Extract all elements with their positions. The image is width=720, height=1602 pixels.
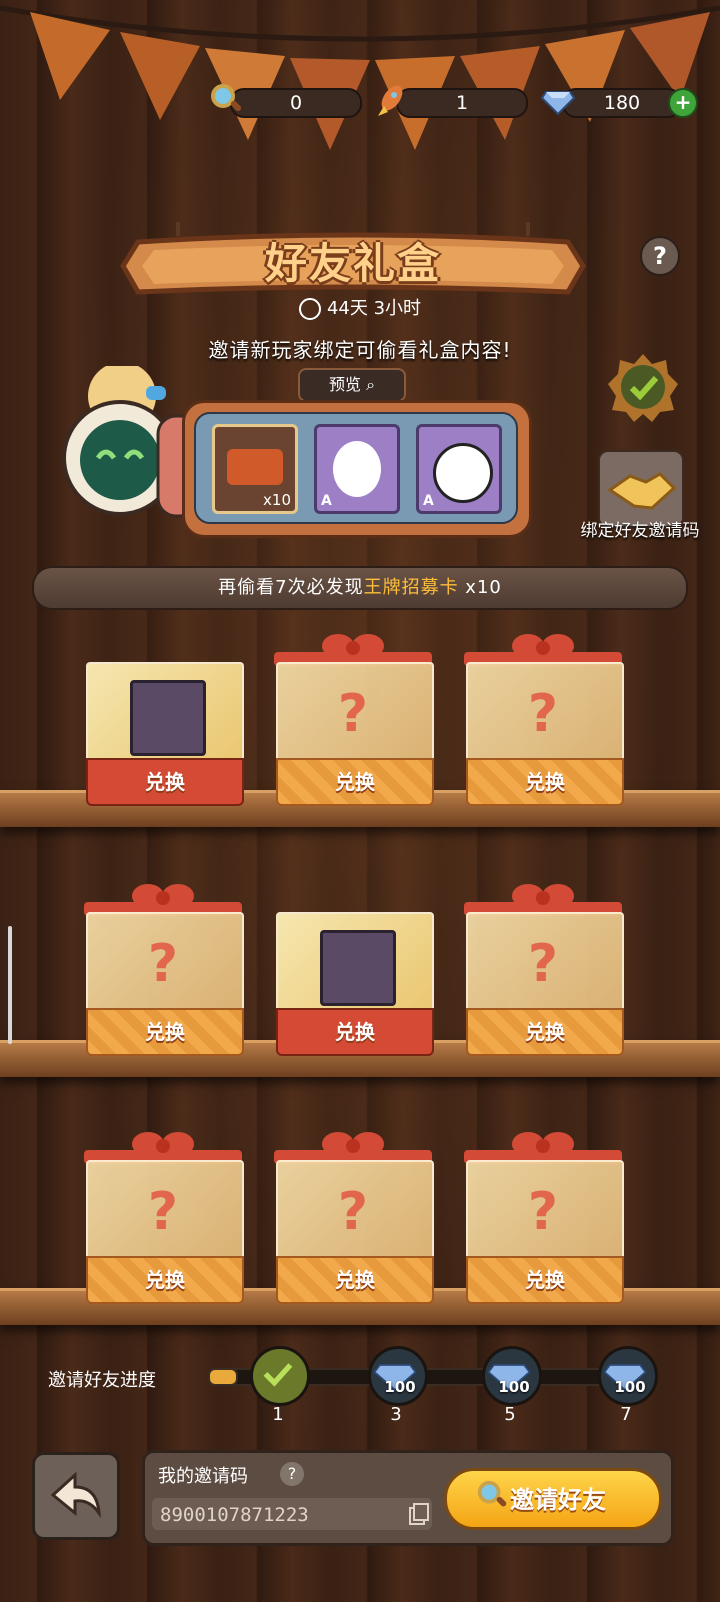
ribbon-bow-icon xyxy=(132,884,194,908)
check-icon xyxy=(263,1363,293,1387)
check-badge-icon xyxy=(608,352,678,422)
currency-magnifier: 0 xyxy=(208,84,362,118)
magnifier-icon xyxy=(211,84,242,112)
ring-item xyxy=(320,930,396,1006)
bunting-garland xyxy=(0,5,720,150)
clock-icon xyxy=(298,298,321,320)
ribbon-bow-icon xyxy=(512,634,574,658)
gift-box[interactable]: 兑换 xyxy=(80,640,246,810)
gift-box[interactable]: ? 兑换 xyxy=(80,1132,246,1308)
currency-diamond: 180 + xyxy=(540,86,698,118)
ribbon-bow-icon xyxy=(322,634,384,658)
mystery-question-mark: ? xyxy=(337,684,369,744)
gift-box[interactable]: ? 兑换 xyxy=(80,884,246,1060)
gift-box[interactable]: ? 兑换 xyxy=(460,1132,626,1308)
magnifier-icon xyxy=(477,1480,507,1507)
ticket-count: x10 xyxy=(263,491,291,509)
rocket-icon xyxy=(378,85,403,116)
diamond-icon xyxy=(540,91,576,116)
mystery-question-mark: ? xyxy=(527,934,559,994)
bind-friend-button[interactable] xyxy=(598,450,684,528)
gift-box[interactable]: ? 兑换 xyxy=(270,1132,436,1308)
copy-icon[interactable] xyxy=(408,1502,430,1526)
back-button[interactable] xyxy=(32,1452,120,1540)
help-button[interactable]: ? xyxy=(640,236,680,276)
rank-badge: A xyxy=(423,493,434,509)
redeem-button[interactable]: 兑换 xyxy=(276,1256,434,1304)
handshake-icon xyxy=(607,472,677,510)
mystery-question-mark: ? xyxy=(527,684,559,744)
diamond-count: 180 xyxy=(562,88,682,118)
preview-items: x10 A A xyxy=(194,412,518,524)
invite-code-value[interactable]: 8900107871223 xyxy=(160,1500,309,1530)
banner-suffix: x10 xyxy=(458,577,502,598)
event-timer: 44天 3小时 xyxy=(260,296,460,322)
scroll-indicator xyxy=(8,926,12,1044)
milestone-reward-amount: 100 xyxy=(614,1378,646,1396)
gift-box[interactable]: ? 兑换 xyxy=(270,634,436,810)
milestone-diamond-reward[interactable] xyxy=(598,1346,658,1406)
bind-friend-label: 绑定好友邀请码 xyxy=(580,521,700,541)
currency-rocket: 1 xyxy=(374,85,528,118)
invite-code-help-button[interactable]: ? xyxy=(280,1462,304,1486)
milestone-claimed[interactable] xyxy=(250,1346,310,1406)
milestone-reward-amount: 100 xyxy=(384,1378,416,1396)
redeem-button[interactable]: 兑换 xyxy=(86,758,244,806)
search-icon: ⌕ xyxy=(366,375,376,394)
gift-box[interactable]: ? 兑换 xyxy=(460,634,626,810)
mystery-question-mark: ? xyxy=(527,1182,559,1242)
timer-text: 44天 3小时 xyxy=(326,298,422,319)
milestone-step: 7 xyxy=(620,1404,632,1425)
add-diamond-button[interactable]: + xyxy=(668,88,698,118)
redeem-button[interactable]: 兑换 xyxy=(466,758,624,806)
redeem-button[interactable]: 兑换 xyxy=(276,1008,434,1056)
ribbon-bow-icon xyxy=(132,1132,194,1156)
ticket-card-item[interactable]: x10 xyxy=(212,424,298,514)
milestone-step: 1 xyxy=(272,1404,284,1425)
rocket-count: 1 xyxy=(396,88,528,118)
milestone-step: 5 xyxy=(504,1404,516,1425)
invite-code-title: 我的邀请码 xyxy=(158,1466,248,1487)
banner-highlight: 王牌招募卡 xyxy=(363,577,459,598)
guarantee-banner: 再偷看7次必发现王牌招募卡 x10 xyxy=(32,566,688,610)
rank-badge: A xyxy=(321,493,332,509)
duck-portrait xyxy=(333,441,381,497)
ticket-icon xyxy=(227,449,283,485)
milestone-reward-amount: 100 xyxy=(498,1378,530,1396)
mystery-question-mark: ? xyxy=(147,934,179,994)
redeem-button[interactable]: 兑换 xyxy=(276,758,434,806)
ribbon-bow-icon xyxy=(512,1132,574,1156)
ribbon-bow-icon xyxy=(322,1132,384,1156)
gift-box[interactable]: ? 兑换 xyxy=(460,884,626,1060)
redeem-button[interactable]: 兑换 xyxy=(466,1008,624,1056)
duck-character-item[interactable]: A xyxy=(314,424,400,514)
back-arrow-icon xyxy=(50,1471,101,1519)
redeem-button[interactable]: 兑换 xyxy=(86,1256,244,1304)
redeem-button[interactable]: 兑换 xyxy=(466,1256,624,1304)
gift-box[interactable]: 兑换 xyxy=(270,890,436,1060)
dog-character-item[interactable]: A xyxy=(416,424,502,514)
preview-button[interactable]: 预览 ⌕ xyxy=(298,368,406,402)
mystery-question-mark: ? xyxy=(337,1182,369,1242)
milestone-diamond-reward[interactable] xyxy=(482,1346,542,1406)
progress-fill xyxy=(208,1368,238,1386)
ribbon-bow-icon xyxy=(512,884,574,908)
page-title: 好友礼盒 xyxy=(264,239,441,288)
preview-label: 预览 xyxy=(328,375,361,394)
mystery-question-mark: ? xyxy=(147,1182,179,1242)
invite-friends-label: 邀请好友 xyxy=(510,1486,606,1514)
redeem-button[interactable]: 兑换 xyxy=(86,1008,244,1056)
milestone-step: 3 xyxy=(390,1404,402,1425)
progress-label: 邀请好友进度 xyxy=(48,1370,156,1391)
milestone-diamond-reward[interactable] xyxy=(368,1346,428,1406)
magnifier-count: 0 xyxy=(230,88,362,118)
badge-item xyxy=(130,680,206,756)
dog-portrait xyxy=(433,443,493,503)
banner-prefix: 再偷看7次必发现 xyxy=(218,577,364,598)
